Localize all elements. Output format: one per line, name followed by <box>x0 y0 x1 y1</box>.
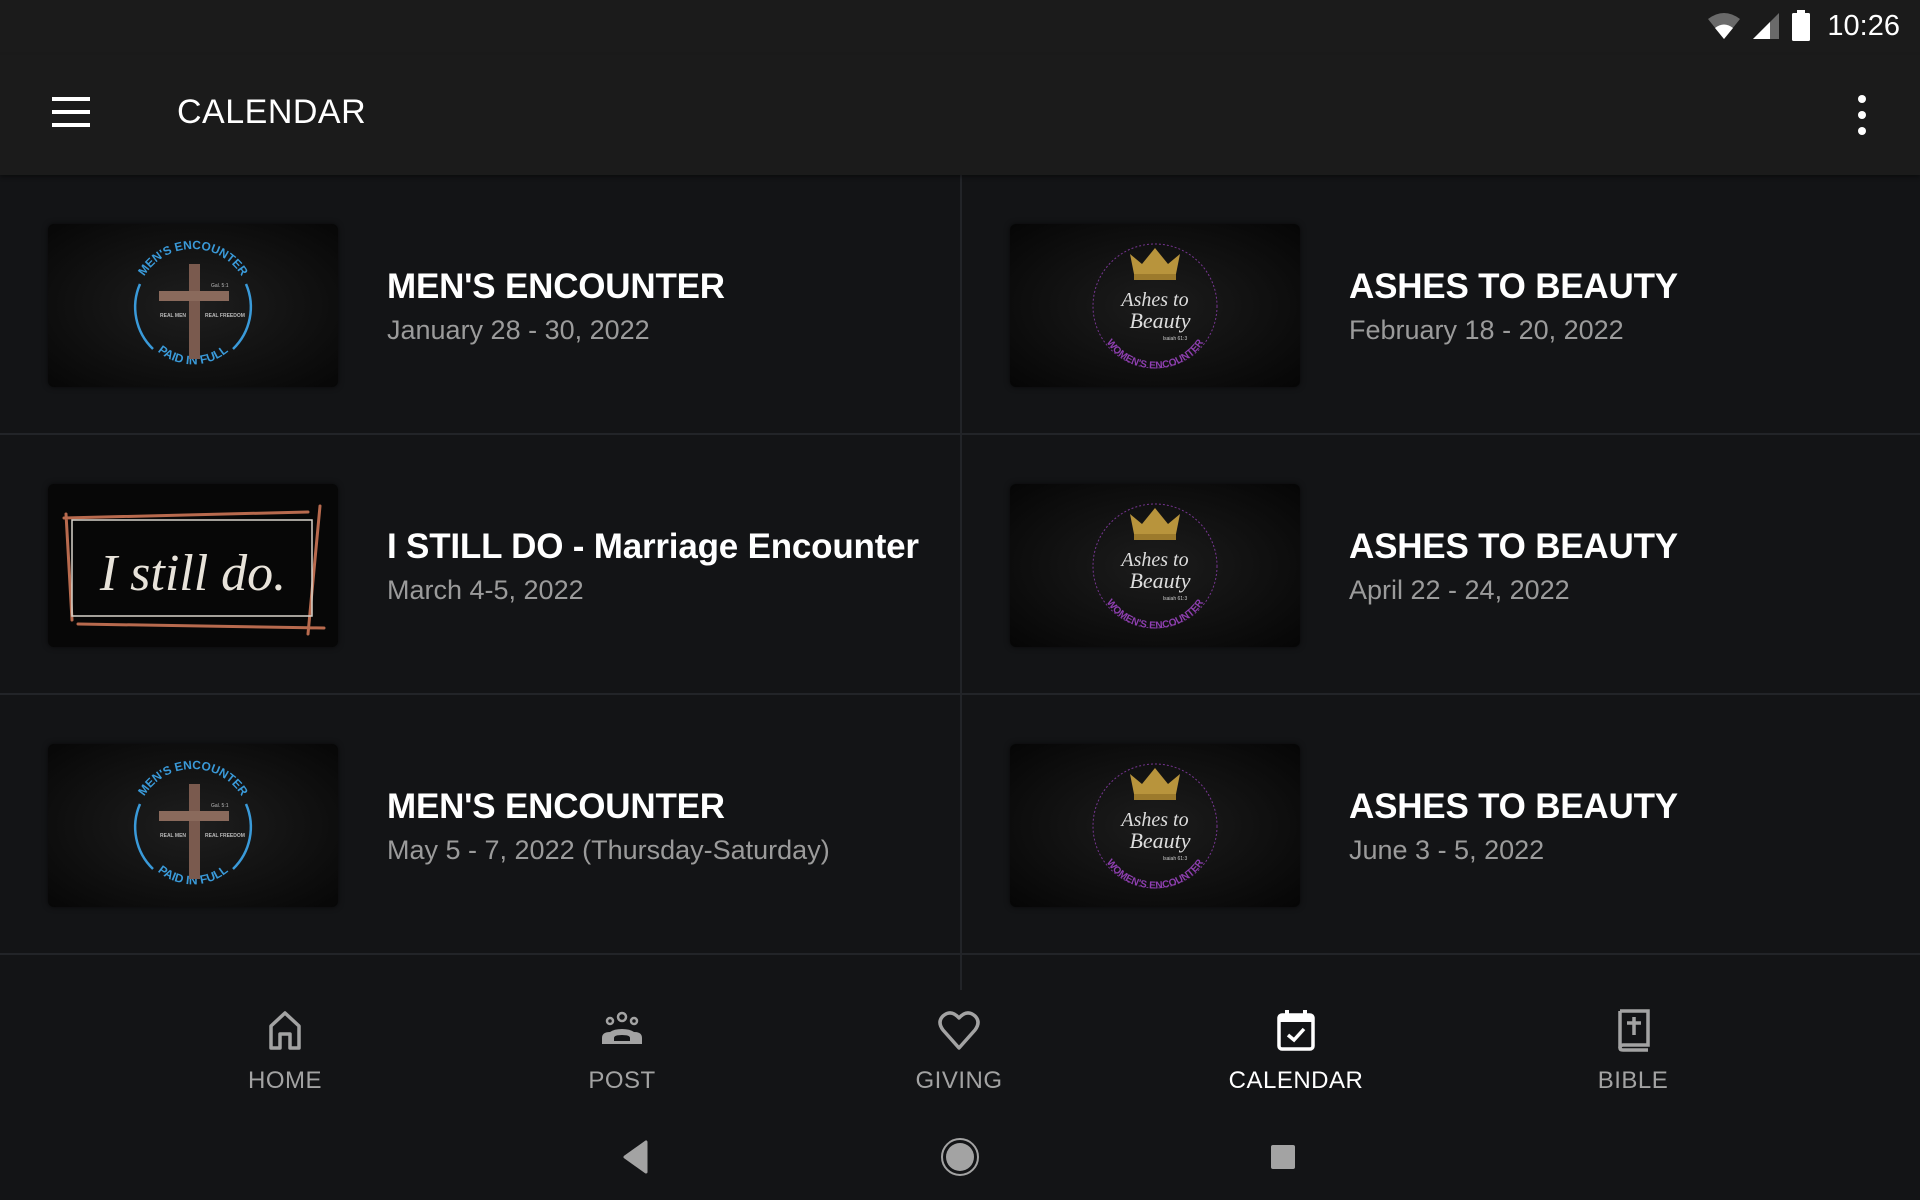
event-item[interactable]: MEN'S ENCOUNTER PAID IN FULL REAL MEN RE… <box>0 695 960 955</box>
event-thumbnail: Ashes to Beauty Isaiah 61:3 WOMEN'S ENCO… <box>1010 484 1300 647</box>
event-text: ASHES TO BEAUTY April 22 - 24, 2022 <box>1349 527 1678 606</box>
svg-text:Beauty: Beauty <box>1129 308 1190 333</box>
nav-calendar[interactable]: CALENDAR <box>1196 990 1396 1100</box>
home-icon <box>269 1011 301 1050</box>
event-title: ASHES TO BEAUTY <box>1349 787 1678 826</box>
svg-text:REAL MEN: REAL MEN <box>160 833 186 839</box>
svg-text:Gal. 5:1: Gal. 5:1 <box>211 283 229 289</box>
event-list: MEN'S ENCOUNTER PAID IN FULL REAL MEN RE… <box>0 175 1920 955</box>
status-time: 10:26 <box>1827 9 1900 42</box>
ashes-to-beauty-logo: Ashes to Beauty Isaiah 61:3 WOMEN'S ENCO… <box>1010 744 1300 907</box>
nav-label: GIVING <box>915 1067 1003 1094</box>
event-thumbnail: Ashes to Beauty Isaiah 61:3 WOMEN'S ENCO… <box>1010 744 1300 907</box>
event-date: April 22 - 24, 2022 <box>1349 575 1570 605</box>
svg-text:Gal. 5:1: Gal. 5:1 <box>211 803 229 809</box>
event-item[interactable]: MEN'S ENCOUNTER PAID IN FULL REAL MEN RE… <box>0 175 960 435</box>
event-title: I STILL DO - Marriage Encounter <box>387 527 919 566</box>
event-item[interactable]: Ashes to Beauty Isaiah 61:3 WOMEN'S ENCO… <box>962 435 1920 695</box>
group-icon <box>602 1011 642 1044</box>
event-title: ASHES TO BEAUTY <box>1349 267 1678 306</box>
nav-label: HOME <box>248 1067 322 1094</box>
nav-post[interactable]: POST <box>522 990 722 1100</box>
event-date: March 4-5, 2022 <box>387 575 584 605</box>
recents-icon[interactable] <box>1258 1132 1308 1182</box>
svg-text:REAL FREEDOM: REAL FREEDOM <box>205 833 245 839</box>
page-title: CALENDAR <box>177 93 367 131</box>
event-date: June 3 - 5, 2022 <box>1349 835 1545 865</box>
cell-signal-icon <box>1753 13 1780 39</box>
event-text: MEN'S ENCOUNTER May 5 - 7, 2022 (Thursda… <box>387 787 830 866</box>
svg-text:Beauty: Beauty <box>1129 828 1190 853</box>
svg-text:REAL MEN: REAL MEN <box>160 313 186 319</box>
nav-label: CALENDAR <box>1228 1067 1364 1094</box>
event-item[interactable]: Ashes to Beauty Isaiah 61:3 WOMEN'S ENCO… <box>962 695 1920 955</box>
ashes-to-beauty-logo: Ashes to Beauty Isaiah 61:3 WOMEN'S ENCO… <box>1010 224 1300 387</box>
svg-text:Isaiah 61:3: Isaiah 61:3 <box>1163 336 1188 342</box>
mens-encounter-logo: MEN'S ENCOUNTER PAID IN FULL REAL MEN RE… <box>48 224 338 387</box>
nav-label: POST <box>588 1067 656 1094</box>
event-thumbnail: MEN'S ENCOUNTER PAID IN FULL REAL MEN RE… <box>48 744 338 907</box>
status-icons: 10:26 <box>1707 6 1900 46</box>
i-still-do-logo: I still do. <box>48 484 338 647</box>
event-item[interactable]: I still do. I STILL DO - Marriage Encoun… <box>0 435 960 695</box>
event-item[interactable]: Ashes to Beauty Isaiah 61:3 WOMEN'S ENCO… <box>962 175 1920 435</box>
svg-text:Isaiah 61:3: Isaiah 61:3 <box>1163 856 1188 862</box>
event-thumbnail: Ashes to Beauty Isaiah 61:3 WOMEN'S ENCO… <box>1010 224 1300 387</box>
event-title: MEN'S ENCOUNTER <box>387 267 725 306</box>
back-icon[interactable] <box>611 1132 661 1182</box>
heart-icon <box>938 1011 980 1050</box>
event-thumbnail: MEN'S ENCOUNTER PAID IN FULL REAL MEN RE… <box>48 224 338 387</box>
event-date: January 28 - 30, 2022 <box>387 315 650 345</box>
nav-label: BIBLE <box>1597 1067 1669 1094</box>
nav-bible[interactable]: BIBLE <box>1533 990 1733 1100</box>
nav-home[interactable]: HOME <box>185 990 385 1100</box>
ashes-to-beauty-logo: Ashes to Beauty Isaiah 61:3 WOMEN'S ENCO… <box>1010 484 1300 647</box>
more-vert-icon[interactable] <box>1854 95 1870 135</box>
wifi-icon <box>1708 13 1741 39</box>
system-nav-bar <box>0 1110 1920 1200</box>
svg-text:Beauty: Beauty <box>1129 568 1190 593</box>
home-circle-icon[interactable] <box>935 1132 985 1182</box>
battery-icon <box>1792 10 1811 41</box>
event-date: May 5 - 7, 2022 (Thursday-Saturday) <box>387 835 830 865</box>
event-date: February 18 - 20, 2022 <box>1349 315 1624 345</box>
event-text: MEN'S ENCOUNTER January 28 - 30, 2022 <box>387 267 725 346</box>
event-text: I STILL DO - Marriage Encounter March 4-… <box>387 527 919 606</box>
bottom-nav: HOME POST GIVING CALENDAR BIBLE <box>0 990 1920 1110</box>
svg-text:Isaiah 61:3: Isaiah 61:3 <box>1163 596 1188 602</box>
event-thumbnail: I still do. <box>48 484 338 647</box>
hamburger-menu-icon[interactable] <box>52 97 90 129</box>
svg-text:REAL FREEDOM: REAL FREEDOM <box>205 313 245 319</box>
bible-icon <box>1618 1009 1650 1052</box>
event-title: ASHES TO BEAUTY <box>1349 527 1678 566</box>
event-title: MEN'S ENCOUNTER <box>387 787 725 826</box>
event-text: ASHES TO BEAUTY June 3 - 5, 2022 <box>1349 787 1678 866</box>
app-bar: CALENDAR <box>0 55 1920 175</box>
calendar-check-icon <box>1277 1010 1315 1051</box>
event-text: ASHES TO BEAUTY February 18 - 20, 2022 <box>1349 267 1678 346</box>
svg-text:I still do.: I still do. <box>99 545 286 602</box>
status-bar: 10:26 <box>0 0 1920 55</box>
mens-encounter-logo: MEN'S ENCOUNTER PAID IN FULL REAL MEN RE… <box>48 744 338 907</box>
nav-giving[interactable]: GIVING <box>859 990 1059 1100</box>
